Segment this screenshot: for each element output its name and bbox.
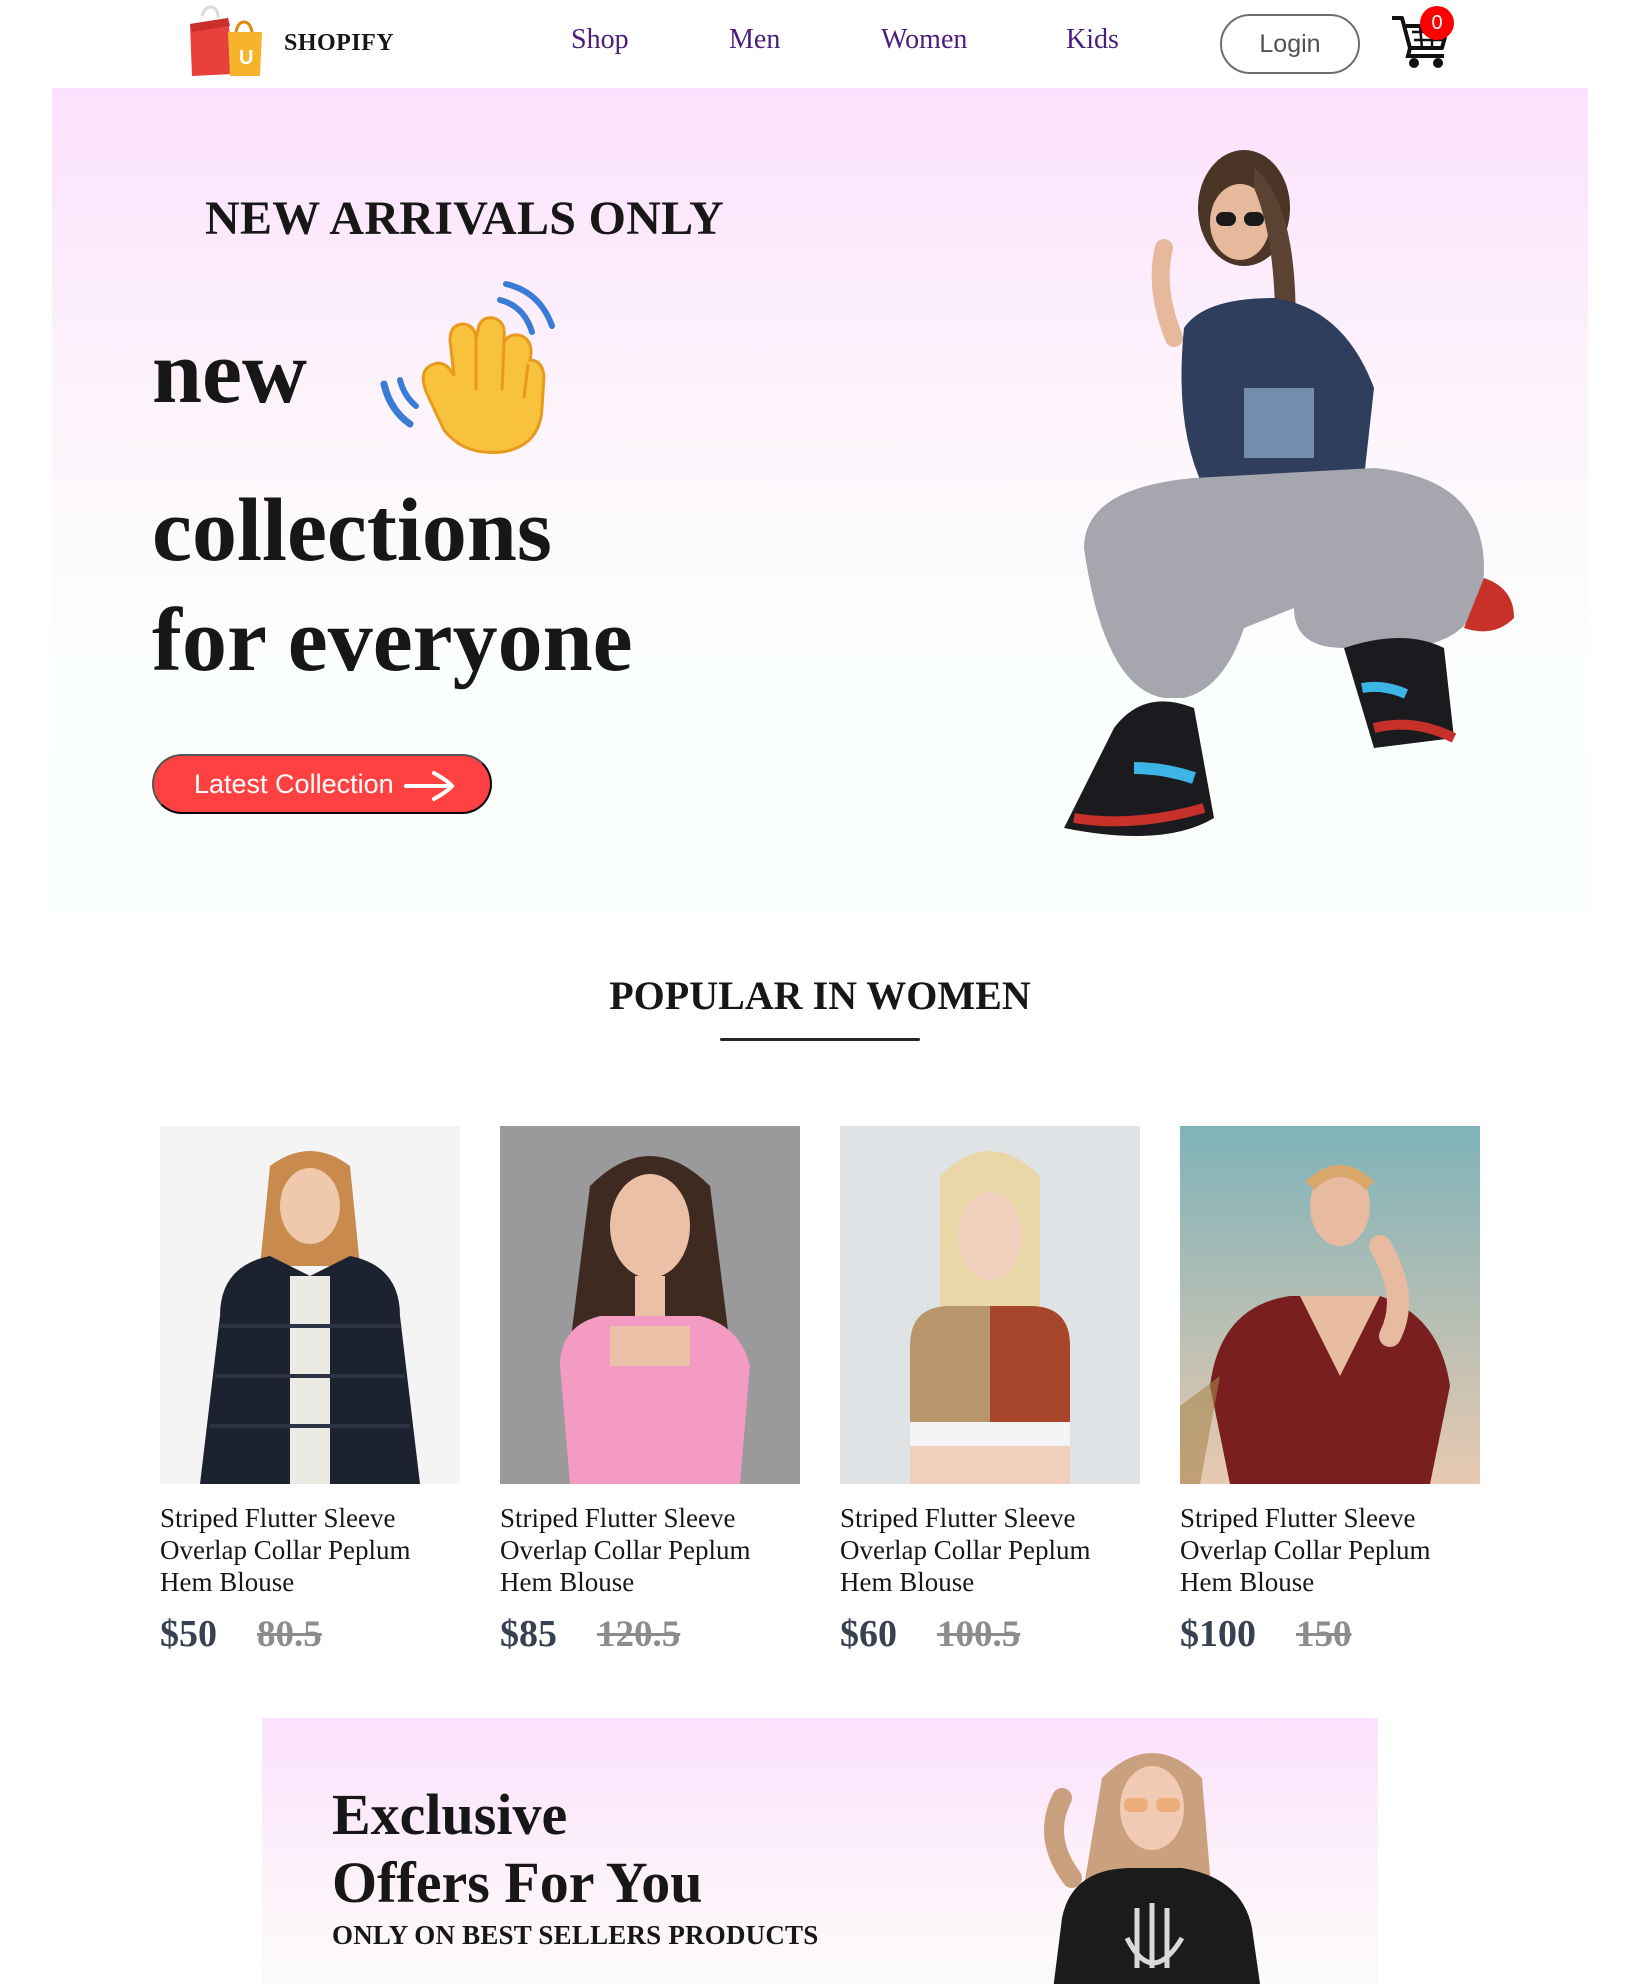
latest-collection-button[interactable]: Latest Collection xyxy=(152,754,492,814)
product-image[interactable] xyxy=(160,1126,460,1484)
old-price: 150 xyxy=(1296,1614,1352,1655)
offers-model-image xyxy=(1002,1738,1302,1984)
new-price: $100 xyxy=(1180,1613,1256,1655)
old-price: 80.5 xyxy=(257,1614,322,1655)
new-price: $85 xyxy=(500,1613,557,1655)
product-card[interactable]: Striped Flutter Sleeve Overlap Collar Pe… xyxy=(500,1126,800,1656)
product-name[interactable]: Striped Flutter Sleeve Overlap Collar Pe… xyxy=(500,1502,800,1598)
section-divider xyxy=(720,1038,920,1041)
product-name[interactable]: Striped Flutter Sleeve Overlap Collar Pe… xyxy=(160,1502,460,1598)
nav-link-women[interactable]: Women xyxy=(881,24,967,56)
popular-section-title: POPULAR IN WOMEN xyxy=(609,973,1031,1018)
nav-link-kids[interactable]: Kids xyxy=(1066,24,1119,56)
brand-name[interactable]: SHOPIFY xyxy=(284,30,394,57)
login-button[interactable]: Login xyxy=(1220,14,1360,74)
product-image[interactable] xyxy=(840,1126,1140,1484)
product-card[interactable]: Striped Flutter Sleeve Overlap Collar Pe… xyxy=(1180,1126,1480,1656)
product-card[interactable]: Striped Flutter Sleeve Overlap Collar Pe… xyxy=(840,1126,1140,1656)
svg-text:U: U xyxy=(239,47,253,69)
waving-hand-icon xyxy=(376,280,562,460)
hero-heading-line3: for everyone xyxy=(152,591,633,690)
product-prices: $100 150 xyxy=(1180,1612,1480,1656)
product-prices: $50 80.5 xyxy=(160,1612,460,1656)
product-prices: $85 120.5 xyxy=(500,1612,800,1656)
hero-model-image xyxy=(1044,128,1574,888)
hero-banner: NEW ARRIVALS ONLY new collections for ev… xyxy=(52,88,1588,912)
offers-subtitle: ONLY ON BEST SELLERS PRODUCTS xyxy=(332,1920,819,1950)
product-image[interactable] xyxy=(1180,1126,1480,1484)
shopping-bag-logo-icon[interactable]: U xyxy=(184,4,264,76)
product-name[interactable]: Striped Flutter Sleeve Overlap Collar Pe… xyxy=(840,1502,1140,1598)
new-price: $50 xyxy=(160,1613,217,1655)
offers-title-line1: Exclusive xyxy=(332,1782,568,1847)
nav-link-men[interactable]: Men xyxy=(729,24,780,56)
hero-kicker: NEW ARRIVALS ONLY xyxy=(205,192,725,245)
old-price: 120.5 xyxy=(597,1614,681,1655)
old-price: 100.5 xyxy=(937,1614,1021,1655)
cart-count-badge: 0 xyxy=(1420,6,1454,40)
offers-banner: Exclusive Offers For You ONLY ON BEST SE… xyxy=(262,1718,1378,1984)
navbar: U SHOPIFY Shop Men Women Kids Login 0 xyxy=(0,0,1640,88)
product-image[interactable] xyxy=(500,1126,800,1484)
latest-collection-label: Latest Collection xyxy=(194,768,394,799)
nav-link-shop[interactable]: Shop xyxy=(571,24,629,56)
offers-title-line2: Offers For You xyxy=(332,1850,703,1915)
product-prices: $60 100.5 xyxy=(840,1612,1140,1656)
product-name[interactable]: Striped Flutter Sleeve Overlap Collar Pe… xyxy=(1180,1502,1480,1598)
arrow-right-icon xyxy=(404,769,456,803)
new-price: $60 xyxy=(840,1613,897,1655)
product-card[interactable]: Striped Flutter Sleeve Overlap Collar Pe… xyxy=(160,1126,460,1656)
hero-heading-line1: new xyxy=(152,323,307,422)
hero-heading-line2: collections xyxy=(152,481,552,580)
